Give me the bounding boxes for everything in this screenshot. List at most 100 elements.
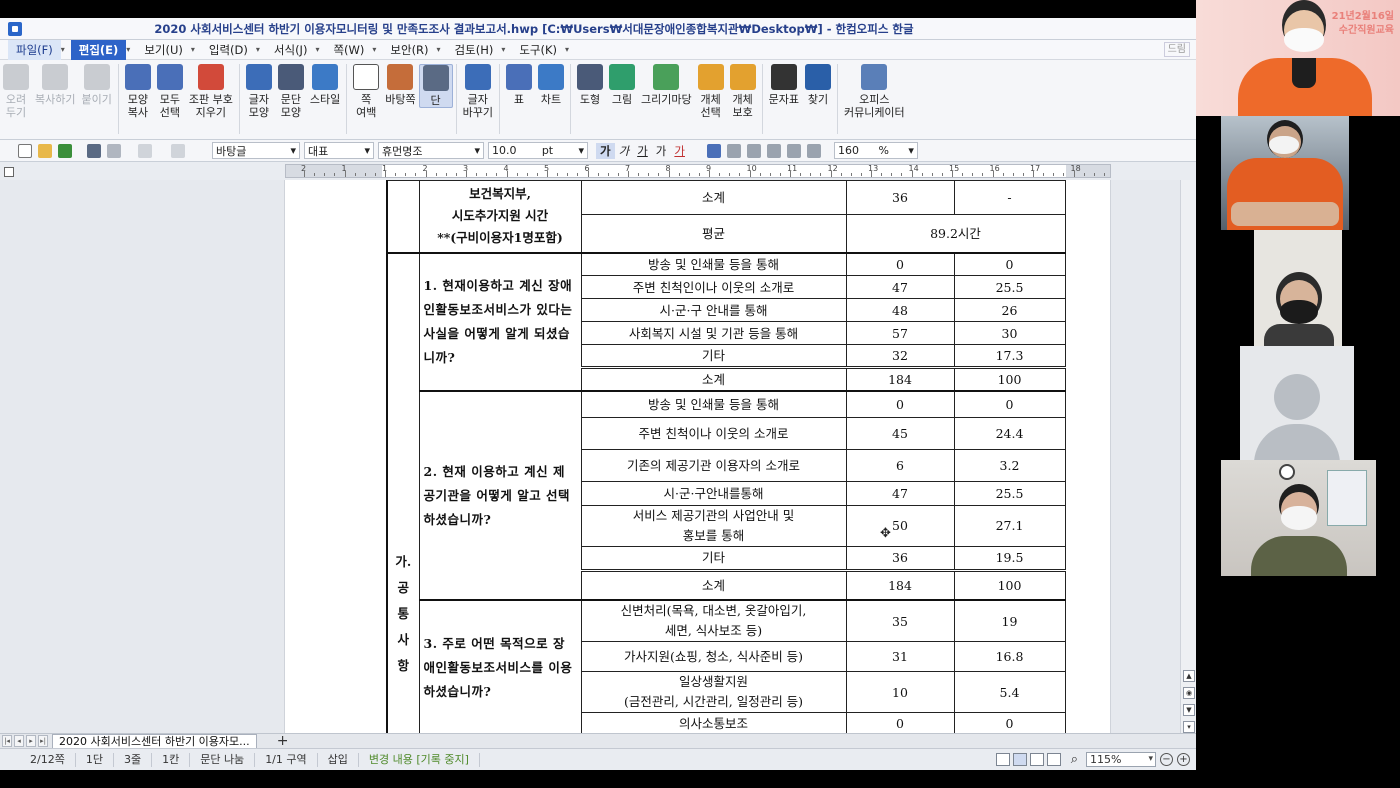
menu-insert[interactable]: 입력(D) [201,40,256,60]
strike-button[interactable]: 가 [652,143,671,159]
ribbon-paste-button[interactable]: 붙이기 [78,64,114,106]
ribbon-object-select-button[interactable]: 개체 선택 [695,64,727,119]
chevron-down-icon[interactable]: ▾ [315,45,319,54]
ribbon-char-shape-button[interactable]: 글자 모양 [243,64,275,119]
chevron-down-icon[interactable]: ▾ [372,45,376,54]
ribbon-find-button[interactable]: 찾기 [802,64,834,106]
lang-select[interactable]: 대표 ▾ [304,142,374,159]
chevron-down-icon[interactable]: ▾ [565,45,569,54]
page-nav-icon[interactable]: ◉ [1183,687,1195,699]
print-icon[interactable] [87,143,101,158]
font-size-field[interactable]: 10.0 pt ▾ [488,142,588,159]
bold-button[interactable]: 가 [596,142,615,159]
ribbon-style-button[interactable]: 스타일 [307,64,343,106]
vertical-scrollbar[interactable]: ▲ ◉ ▼ ▾ [1180,180,1196,733]
menu-page[interactable]: 쪽(W) [325,40,372,60]
next-tab-icon[interactable]: ▸ [26,735,36,747]
font-select[interactable]: 휴먼명조 ▾ [378,142,484,159]
new-doc-icon[interactable] [18,143,32,158]
divide-icon[interactable] [806,143,821,158]
style-select[interactable]: 바탕글 ▾ [212,142,300,159]
zoom-in-icon[interactable]: + [1177,753,1190,766]
ribbon-format-painter-button[interactable]: 모양 복사 [122,64,154,119]
status-track-changes[interactable]: 변경 내용 [기록 중지] [359,752,480,767]
ribbon-table-button[interactable]: 표 [503,64,535,106]
redo-icon[interactable] [171,143,185,158]
ribbon-clipart-button[interactable]: 그리기마당 [638,64,695,106]
chevron-down-icon[interactable]: ▾ [61,45,65,54]
align-justify-icon[interactable] [706,143,721,158]
chevron-down-icon[interactable]: ▾ [501,45,505,54]
menu-security[interactable]: 보안(R) [382,40,436,60]
ribbon-page-margin-button[interactable]: 쪽 여백 [350,64,382,119]
menu-review[interactable]: 검토(H) [447,40,502,60]
italic-button[interactable]: 가 [615,143,634,159]
align-right-icon[interactable] [766,143,781,158]
ribbon-communicator-button[interactable]: 오피스 커뮤니케이터 [841,64,908,119]
menu-tools[interactable]: 도구(K) [511,40,565,60]
ribbon-chart-button[interactable]: 차트 [535,64,567,106]
align-center-icon[interactable] [746,143,761,158]
menu-edit[interactable]: 편집(E) [70,39,127,60]
ribbon-object-protect-button[interactable]: 개체 보호 [727,64,759,119]
status-page[interactable]: 2/12쪽 [0,752,76,767]
view-web-icon[interactable] [1029,753,1044,766]
ribbon-replace-char-button[interactable]: 글자 바꾸기 [460,64,496,119]
menu-format[interactable]: 서식(J) [266,40,316,60]
save-icon[interactable] [58,143,72,158]
video-tile-participant-2[interactable] [1221,116,1349,230]
menu-view[interactable]: 보기(U) [136,40,191,60]
chevron-down-icon[interactable]: ▾ [126,45,130,54]
video-tile-participant-5[interactable] [1221,460,1376,576]
status-bar: 2/12쪽 1단 3줄 1칸 문단 나눔 1/1 구역 삽입 변경 내용 [기록… [0,748,1196,770]
align-left-icon[interactable] [726,143,741,158]
add-tab-button[interactable]: + [273,733,293,749]
video-tile-presenter[interactable]: 21년2월16일 수간직원교육 [1196,0,1400,116]
ribbon-button-label: 붙이기 [81,93,112,106]
chevron-down-icon[interactable]: ▾ [437,45,441,54]
view-outline-icon[interactable] [1046,753,1061,766]
preview-icon[interactable] [107,143,121,158]
scroll-down-icon[interactable]: ▾ [1183,721,1195,733]
undo-icon[interactable] [138,143,152,158]
prev-page-icon[interactable]: ▲ [1183,670,1195,682]
document-tab[interactable]: 2020 사회서비스센터 하반기 이용자모... [52,733,257,749]
document-page[interactable]: 보건복지부, 시도추가지원 시간 **(구비이용자1명포함) 소계 36- 평균 89.… [284,180,1111,733]
prev-tab-icon[interactable]: ◂ [14,735,24,747]
view-normal-icon[interactable] [995,753,1010,766]
horizontal-ruler[interactable]: 2 1 1 2 3 4 5 6 7 8 9 10 11 12 13 14 15 16 17 18 [285,164,1111,178]
last-tab-icon[interactable]: ▸| [38,735,48,747]
chevron-down-icon[interactable]: ▾ [191,45,195,54]
next-page-icon[interactable]: ▼ [1183,704,1195,716]
text-color-button[interactable]: 가 [670,143,689,159]
ruler-toggle-icon[interactable] [4,167,14,177]
open-folder-icon[interactable] [38,143,52,158]
video-tile-participant-4[interactable] [1240,346,1354,460]
distribute-icon[interactable] [786,143,801,158]
video-tile-participant-3[interactable] [1254,230,1342,346]
ruler-tick [314,173,315,176]
ribbon-master-page-button[interactable]: 바탕쪽 [382,64,418,106]
document-area[interactable]: 보건복지부, 시도추가지원 시간 **(구비이용자1명포함) 소계 36- 평균 89.… [0,180,1196,733]
ribbon-copy-button[interactable]: 복사하기 [32,64,78,106]
ribbon-shape-button[interactable]: 도형 [574,64,606,106]
ribbon-symbol-button[interactable]: 문자표 [766,64,802,106]
chevron-down-icon[interactable]: ▾ [256,45,260,54]
menu-right-label[interactable]: 드림 [1163,42,1190,57]
view-page-icon[interactable] [1012,753,1027,766]
table-row-label: 사회복지 시설 및 기관 등을 통해 [580,321,847,345]
underline-button[interactable]: 가 [633,143,652,159]
ribbon-columns-button[interactable]: 단 [418,64,453,108]
first-tab-icon[interactable]: |◂ [2,735,12,747]
status-insert-mode[interactable]: 삽입 [318,752,359,767]
ribbon-paragraph-shape-button[interactable]: 문단 모양 [275,64,307,119]
zoom-magnifier-icon[interactable]: ⌕ [1071,752,1078,767]
zoom-out-icon[interactable]: − [1160,753,1173,766]
menu-file[interactable]: 파일(F) [8,39,61,60]
line-spacing-field[interactable]: 160% ▾ [833,142,918,159]
ribbon-select-all-button[interactable]: 모두 선택 [154,64,186,119]
ribbon-picture-button[interactable]: 그림 [606,64,638,106]
ribbon-scissors-button[interactable]: 오려 두기 [0,64,32,119]
ribbon-clear-codes-button[interactable]: 조판 부호 지우기 [186,64,236,119]
zoom-select[interactable]: 115% [1086,752,1156,767]
